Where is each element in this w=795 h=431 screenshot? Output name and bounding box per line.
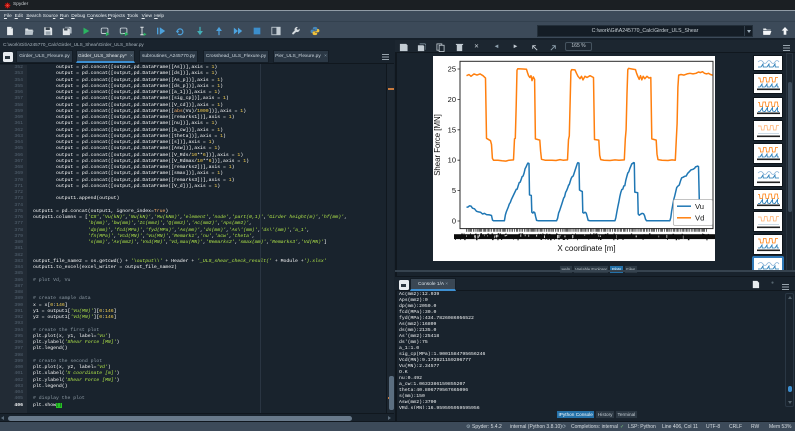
svg-text:20: 20 bbox=[448, 95, 456, 104]
svg-text:X coordinate [m]: X coordinate [m] bbox=[557, 244, 615, 253]
svg-text:0: 0 bbox=[452, 217, 456, 226]
svg-text:5: 5 bbox=[452, 186, 456, 195]
svg-text:10: 10 bbox=[448, 156, 456, 165]
svg-text:15: 15 bbox=[448, 125, 456, 134]
svg-text:Vd: Vd bbox=[695, 214, 704, 223]
svg-text:25: 25 bbox=[448, 65, 456, 74]
svg-text:Shear Force [MN]: Shear Force [MN] bbox=[433, 114, 442, 176]
svg-text:Vu: Vu bbox=[695, 202, 704, 211]
